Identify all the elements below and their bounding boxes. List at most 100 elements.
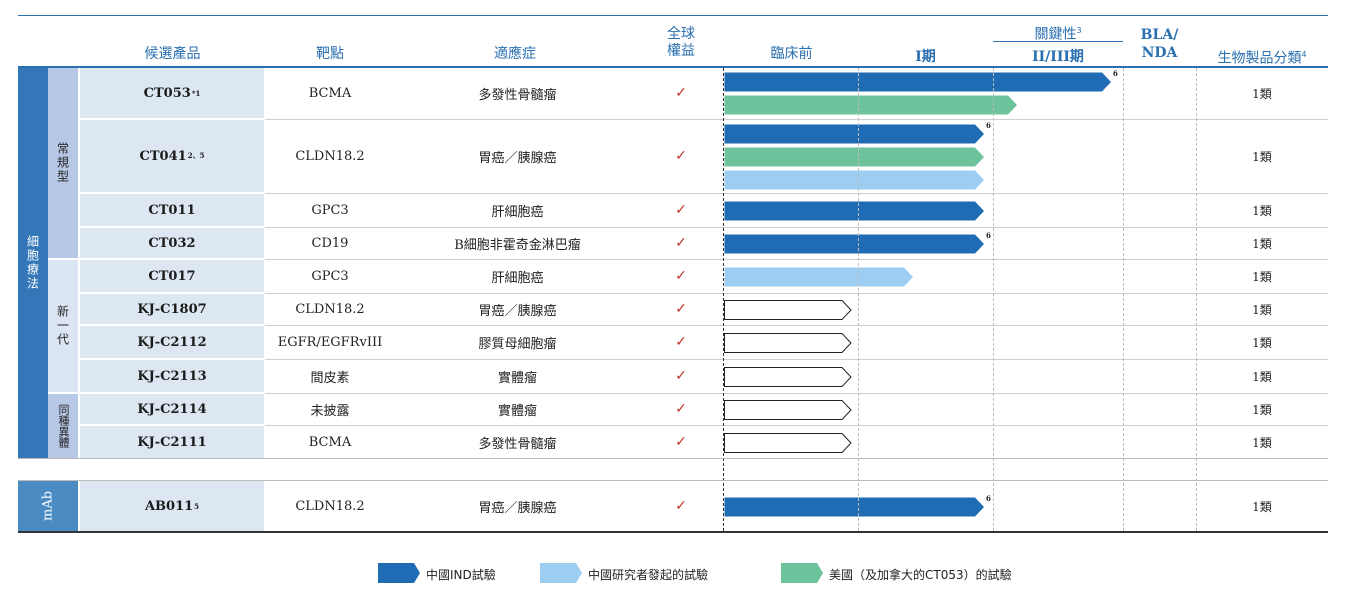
progress-bar-shape xyxy=(724,201,984,221)
product-cell: KJ-C2111 xyxy=(80,426,264,458)
header-phase1: I期 xyxy=(915,49,936,65)
product-cell: CT011 xyxy=(80,194,264,226)
target-cell: CD19 xyxy=(311,235,349,251)
target-cell: GPC3 xyxy=(311,268,349,284)
class-cell: 1類 xyxy=(1252,302,1272,317)
legend-china-ind-label: 中國IND試驗 xyxy=(426,568,496,582)
product-cell: CT053 *1 xyxy=(80,68,264,118)
progress-bar-iit xyxy=(724,267,913,287)
progress-bar-shape xyxy=(724,72,1111,92)
class-cell: 1類 xyxy=(1252,236,1272,251)
progress-bar-china_ind xyxy=(724,124,984,144)
legend-us-swatch xyxy=(781,563,823,583)
progress-bar-preclinical xyxy=(724,367,852,387)
target-cell: GPC3 xyxy=(311,202,349,218)
header-bla-line2: NDA xyxy=(1141,45,1178,61)
divider-class xyxy=(1196,68,1197,531)
indication-cell: 實體瘤 xyxy=(497,403,537,419)
indication-cell: B細胞非霍奇金淋巴瘤 xyxy=(454,237,581,253)
divider-pivotal xyxy=(993,68,994,531)
progress-bar-iit xyxy=(724,170,984,190)
progress-bar-us xyxy=(724,147,984,167)
header-preclinical: 臨床前 xyxy=(770,46,813,62)
header-bla: BLA/ NDA xyxy=(1123,26,1196,62)
progress-bar-china_ind xyxy=(724,234,984,254)
header-product: 候選產品 xyxy=(144,46,201,62)
rights-check: ✓ xyxy=(675,235,687,251)
product-name: CT053 xyxy=(143,85,191,101)
target-cell: EGFR/EGFRvIII xyxy=(277,334,383,350)
bottom-rule xyxy=(18,531,1328,533)
product-name: KJ-C2111 xyxy=(137,434,207,450)
class-cell: 1類 xyxy=(1252,335,1272,350)
product-name: CT017 xyxy=(148,268,196,284)
header-rights-line1: 全球 xyxy=(667,26,695,42)
indication-cell: 肝細胞癌 xyxy=(491,270,544,286)
indication-cell: 多發性骨髓瘤 xyxy=(478,87,557,103)
progress-bar-china_ind xyxy=(724,497,984,517)
class-cell: 1類 xyxy=(1252,499,1272,514)
progress-bar-shape xyxy=(724,400,852,420)
target-cell: BCMA xyxy=(308,434,352,450)
header-rights: 全球 權益 xyxy=(640,26,722,60)
progress-bar-preclinical xyxy=(724,400,852,420)
indication-cell: 肝細胞癌 xyxy=(491,204,544,220)
progress-bar-china_ind xyxy=(724,72,1111,92)
product-name: CT011 xyxy=(148,202,196,218)
section-gap-bottom xyxy=(18,480,1328,481)
legend-china-ind-swatch xyxy=(378,563,420,583)
header-pivotal-sup: 3 xyxy=(1076,26,1082,35)
indication-cell: 胃癌／胰腺癌 xyxy=(478,150,557,166)
rights-check: ✓ xyxy=(675,268,687,284)
product-cell: CT017 xyxy=(80,260,264,292)
section-gap-top xyxy=(18,458,1328,459)
class-cell: 1類 xyxy=(1252,149,1272,164)
header-bio-class: 生物製品分類4 xyxy=(1196,46,1328,68)
product-name: AB011 xyxy=(144,498,194,514)
product-name: KJ-C2114 xyxy=(137,401,207,417)
class-cell: 1類 xyxy=(1252,86,1272,101)
progress-bar-preclinical xyxy=(724,300,852,320)
class-cell: 1類 xyxy=(1252,269,1272,284)
product-name: CT041 xyxy=(139,148,187,164)
header-target: 靶點 xyxy=(316,46,344,62)
rights-check: ✓ xyxy=(675,85,687,101)
product-cell: KJ-C2113 xyxy=(80,360,264,392)
divider-bla xyxy=(1123,68,1124,531)
rights-check: ✓ xyxy=(675,334,687,350)
progress-bar-shape xyxy=(724,147,984,167)
product-name: KJ-C2113 xyxy=(137,368,207,384)
header-pivotal-rule xyxy=(993,41,1123,42)
indication-cell: 多發性骨髓瘤 xyxy=(478,436,557,452)
legend-us-label: 美國（及加拿大的CT053）的試驗 xyxy=(829,568,1012,582)
bar-footnote: 6 xyxy=(986,121,991,130)
class-cell: 1類 xyxy=(1252,203,1272,218)
product-footnote: 5 xyxy=(194,501,200,511)
product-cell: CT041 2、5 xyxy=(80,120,264,192)
product-footnote: *1 xyxy=(191,88,201,98)
progress-bar-preclinical xyxy=(724,333,852,353)
indication-cell: 膠質母細胞瘤 xyxy=(478,336,557,352)
progress-bar-shape xyxy=(724,170,984,190)
product-cell: CT032 xyxy=(80,228,264,258)
rights-check: ✓ xyxy=(675,148,687,164)
product-footnote: 2、5 xyxy=(187,151,205,160)
legend-iit-swatch xyxy=(540,563,582,583)
progress-bar-shape xyxy=(724,333,852,353)
rights-check: ✓ xyxy=(675,202,687,218)
product-cell: KJ-C1807 xyxy=(80,294,264,324)
header-rights-line2: 權益 xyxy=(667,43,695,59)
top-rule xyxy=(18,15,1328,16)
target-cell: CLDN18.2 xyxy=(295,498,365,514)
rights-check: ✓ xyxy=(675,434,687,450)
class-cell: 1類 xyxy=(1252,435,1272,450)
rights-check: ✓ xyxy=(675,498,687,514)
preclinical-start-line xyxy=(723,68,724,531)
target-cell: 間皮素 xyxy=(310,370,350,386)
progress-bar-shape xyxy=(724,234,984,254)
bar-footnote: 6 xyxy=(986,231,991,240)
legend-iit-label: 中國研究者發起的試驗 xyxy=(588,568,709,582)
group-allogeneic: 同種異體 xyxy=(48,394,78,458)
header-pivotal-line2: II/III期 xyxy=(1032,49,1084,65)
product-name: CT032 xyxy=(148,235,196,251)
